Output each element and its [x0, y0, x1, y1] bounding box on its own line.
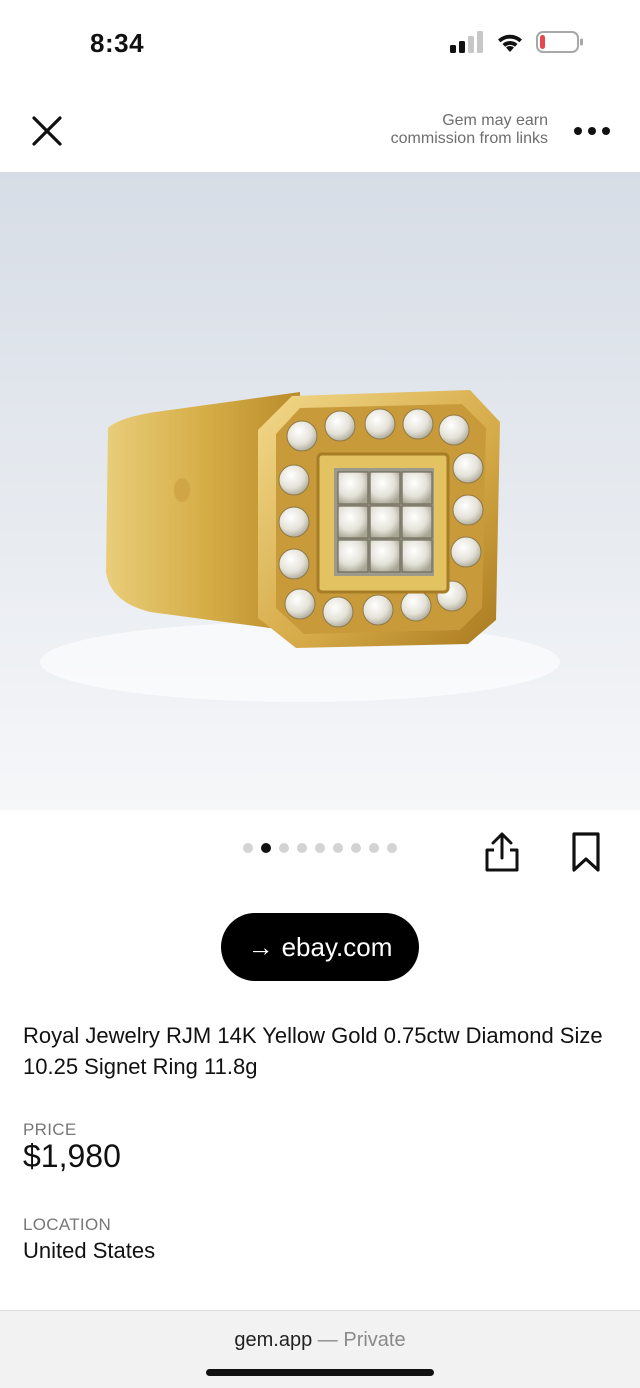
disclaimer-line-1: Gem may earn — [442, 112, 548, 129]
more-options-button[interactable] — [574, 120, 610, 142]
carousel-dot[interactable] — [315, 843, 325, 853]
price-value: $1,980 — [23, 1138, 121, 1174]
carousel-dot[interactable] — [369, 843, 379, 853]
url-separator: — — [312, 1329, 344, 1351]
battery-low-icon — [536, 31, 583, 53]
price-label: PRICE — [23, 1120, 77, 1139]
more-dot — [588, 127, 596, 135]
carousel-dot[interactable] — [351, 843, 361, 853]
carousel-dot[interactable] — [297, 843, 307, 853]
share-icon[interactable] — [482, 830, 522, 874]
carousel-dot[interactable] — [261, 843, 271, 853]
signal-icon — [450, 31, 483, 53]
listing-title: Royal Jewelry RJM 14K Yellow Gold 0.75ct… — [23, 1023, 603, 1079]
status-time: 8:34 — [90, 28, 145, 58]
disclaimer-line-2: commission from links — [390, 130, 548, 147]
commission-disclaimer: Gem may earn commission from links — [391, 112, 548, 148]
ring-photo — [0, 172, 640, 810]
location-value: United States — [23, 1238, 156, 1263]
visit-store-button[interactable]: → ebay.com — [221, 913, 419, 981]
private-mode-label: Private — [343, 1329, 406, 1351]
status-bar: 8:34 — [0, 0, 640, 90]
location-label: LOCATION — [23, 1215, 112, 1234]
gallery-controls — [0, 810, 640, 890]
carousel-dot[interactable] — [243, 843, 253, 853]
carousel-dot[interactable] — [387, 843, 397, 853]
product-image[interactable] — [0, 172, 640, 810]
carousel-dot[interactable] — [333, 843, 343, 853]
bookmark-icon[interactable] — [568, 830, 604, 874]
home-indicator[interactable] — [206, 1369, 434, 1376]
wifi-icon — [498, 34, 522, 52]
browser-bottom-bar: gem.app — Private — [0, 1310, 640, 1388]
url-bar[interactable]: gem.app — Private — [0, 1329, 640, 1352]
top-bar: Gem may earn commission from links — [0, 90, 640, 172]
carousel-dots — [243, 843, 397, 853]
status-icons — [450, 30, 584, 54]
store-domain-label: ebay.com — [281, 931, 393, 962]
more-dot — [602, 127, 610, 135]
close-icon[interactable] — [28, 112, 66, 150]
carousel-dot[interactable] — [279, 843, 289, 853]
url-domain: gem.app — [234, 1329, 313, 1351]
arrow-right-icon: → — [247, 931, 274, 962]
more-horizontal-icon — [574, 127, 582, 135]
